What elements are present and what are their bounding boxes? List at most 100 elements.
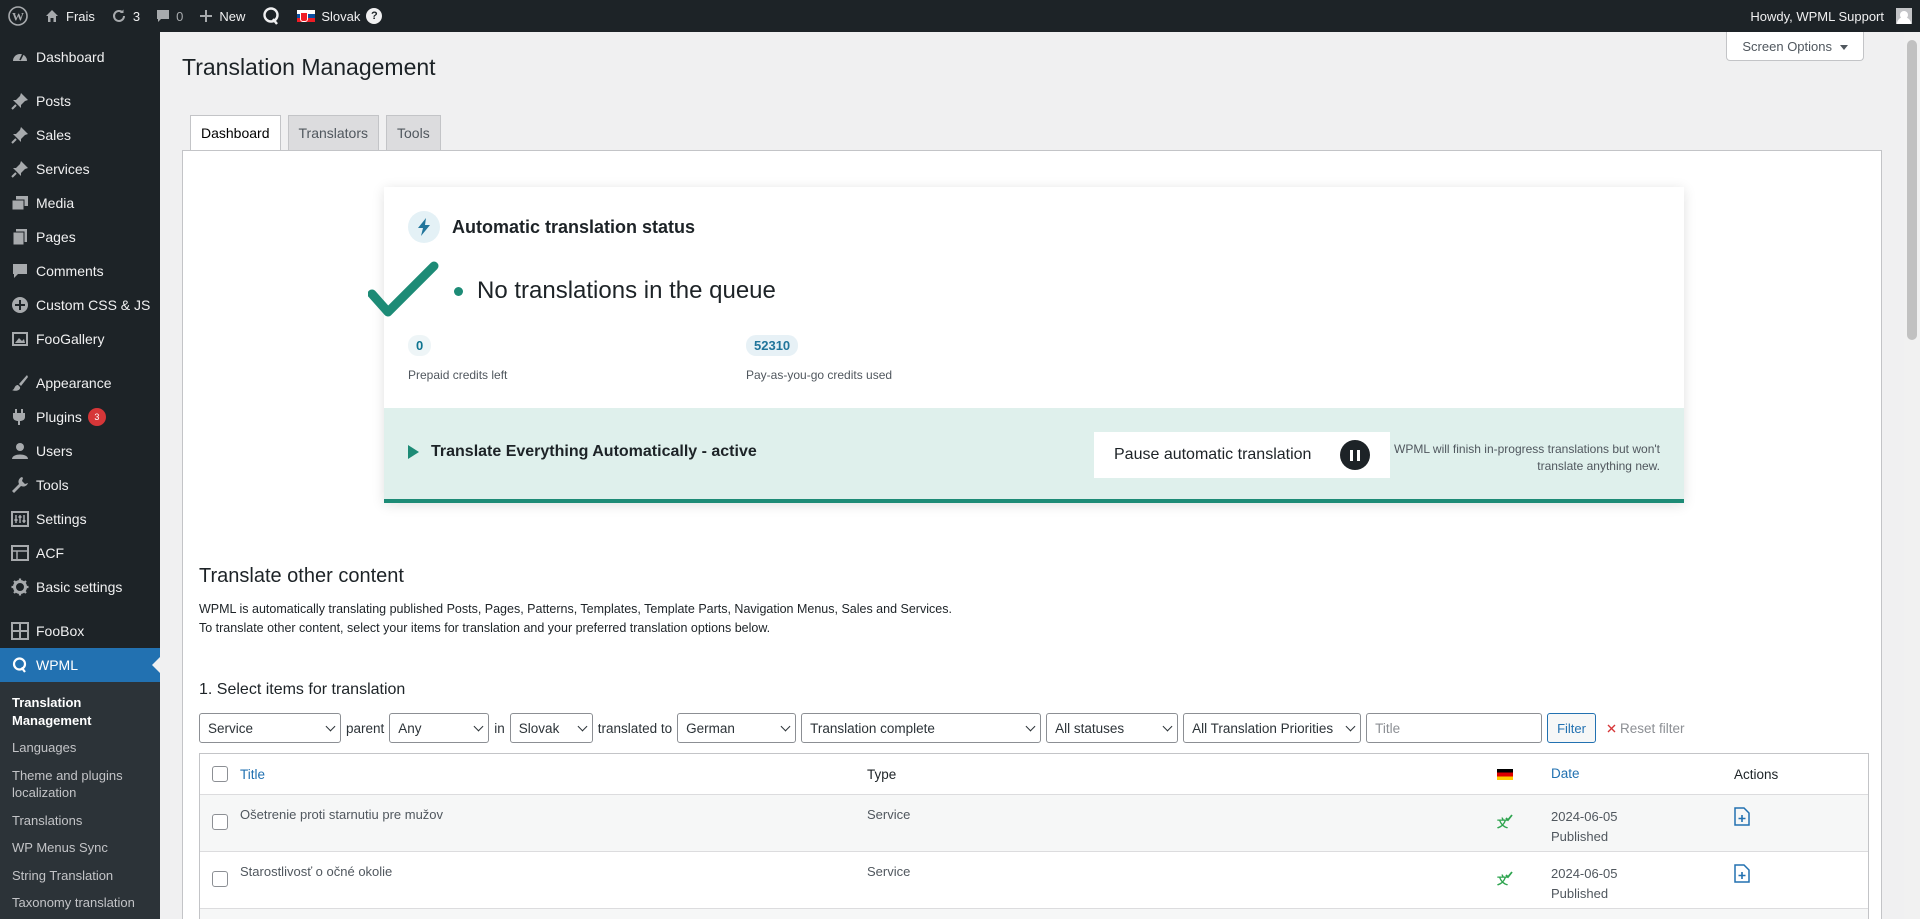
- table-header-row: Title Type Date Actions: [200, 754, 1868, 794]
- wpml-icon: [10, 655, 30, 675]
- menu-label: Settings: [36, 511, 87, 527]
- german-flag-icon: [1497, 765, 1513, 783]
- page-title: Translation Management: [182, 54, 436, 80]
- menu-item-services[interactable]: Services: [0, 152, 160, 186]
- source-language-select[interactable]: Slovak: [509, 713, 593, 743]
- target-language-select[interactable]: German: [677, 713, 797, 743]
- queue-status: No translations in the queue: [454, 277, 776, 305]
- menu-item-plugins[interactable]: Plugins 3: [0, 400, 160, 434]
- lightning-bolt-icon: [408, 211, 440, 243]
- comments-link[interactable]: 0: [148, 0, 191, 32]
- translation-status-icon[interactable]: 文: [1497, 870, 1513, 889]
- user-icon: [10, 441, 30, 461]
- menu-label: Tools: [36, 477, 69, 493]
- reset-filter-link[interactable]: Reset filter: [1607, 721, 1685, 736]
- scrollbar-thumb[interactable]: [1907, 40, 1917, 340]
- wpml-logo-icon[interactable]: [253, 0, 289, 32]
- pause-automatic-translation-button[interactable]: Pause automatic translation: [1094, 432, 1390, 478]
- pin-icon: [10, 159, 30, 179]
- parent-select[interactable]: Any: [389, 713, 490, 743]
- row-checkbox[interactable]: [212, 814, 228, 830]
- my-account-link[interactable]: Howdy, WPML Support: [1742, 0, 1920, 32]
- plugin-icon: [10, 407, 30, 427]
- menu-item-pages[interactable]: Pages: [0, 220, 160, 254]
- menu-item-acf[interactable]: ACF: [0, 536, 160, 570]
- priority-select[interactable]: All Translation Priorities: [1183, 713, 1362, 743]
- menu-label: ACF: [36, 545, 64, 561]
- add-translation-icon[interactable]: [1734, 807, 1750, 829]
- page-scrollbar[interactable]: [1904, 32, 1920, 919]
- submenu-theme-plugins-localization[interactable]: Theme and plugins localization: [0, 762, 160, 807]
- title-search-input[interactable]: Title: [1366, 713, 1543, 743]
- updates-link[interactable]: 3: [103, 0, 148, 32]
- menu-item-custom-css-js[interactable]: Custom CSS & JS: [0, 288, 160, 322]
- help-icon[interactable]: ?: [366, 8, 383, 24]
- select-items-title: 1. Select items for translation: [199, 681, 406, 698]
- menu-item-dashboard[interactable]: Dashboard: [0, 40, 160, 74]
- tab-tools[interactable]: Tools: [386, 115, 441, 151]
- grid-icon: [10, 621, 30, 641]
- brush-icon: [10, 373, 30, 393]
- menu-item-comments[interactable]: Comments: [0, 254, 160, 288]
- wrench-icon: [10, 475, 30, 495]
- submenu-translation-management[interactable]: Translation Management: [0, 689, 160, 734]
- date-column-header[interactable]: Date: [1551, 764, 1580, 785]
- tab-dashboard[interactable]: Dashboard: [190, 115, 281, 151]
- plugins-update-badge: 3: [87, 408, 106, 426]
- filter-button[interactable]: Filter: [1547, 713, 1596, 743]
- menu-item-basic-settings[interactable]: Basic settings: [0, 570, 160, 604]
- menu-item-media[interactable]: Media: [0, 186, 160, 220]
- gallery-icon: [10, 329, 30, 349]
- status-card-title: Automatic translation status: [452, 216, 696, 237]
- prepaid-credits-label: Prepaid credits left: [408, 368, 508, 382]
- menu-item-settings[interactable]: Settings: [0, 502, 160, 536]
- screen-options-button[interactable]: Screen Options: [1726, 32, 1864, 61]
- row-date-value: 2024-06-05: [1551, 809, 1618, 824]
- play-icon: [408, 445, 419, 459]
- menu-label: Appearance: [36, 375, 112, 391]
- type-select[interactable]: Service: [199, 713, 341, 743]
- menu-item-tools[interactable]: Tools: [0, 468, 160, 502]
- title-column-header[interactable]: Title: [240, 767, 265, 782]
- site-name-link[interactable]: Frais: [36, 0, 103, 32]
- chevron-down-icon: [577, 721, 588, 731]
- submenu-taxonomy-translation[interactable]: Taxonomy translation: [0, 889, 160, 917]
- chevron-down-icon: [325, 721, 336, 731]
- language-switcher[interactable]: Slovak ?: [289, 0, 390, 32]
- acf-icon: [10, 543, 30, 563]
- select-all-checkbox[interactable]: [212, 766, 228, 782]
- menu-item-wpml[interactable]: WPML: [0, 648, 160, 682]
- menu-label: Dashboard: [36, 49, 105, 65]
- comments-count: 0: [176, 8, 184, 24]
- other-content-description: WPML is automatically translating publis…: [199, 600, 952, 638]
- checkmark-icon: [367, 260, 440, 325]
- menu-item-foobox[interactable]: FooBox: [0, 614, 160, 648]
- source-language-value: Slovak: [518, 720, 560, 736]
- menu-item-sales[interactable]: Sales: [0, 118, 160, 152]
- payg-credits-label: Pay-as-you-go credits used: [746, 368, 893, 382]
- submenu-languages[interactable]: Languages: [0, 734, 160, 762]
- translation-status-icon[interactable]: 文: [1497, 813, 1513, 832]
- svg-text:W: W: [12, 10, 24, 24]
- chevron-down-icon: [780, 721, 791, 731]
- title-search-placeholder: Title: [1375, 720, 1401, 736]
- comment-icon: [156, 9, 170, 23]
- new-content-link[interactable]: New: [191, 0, 253, 32]
- translate-everything-toggle[interactable]: Translate Everything Automatically - act…: [408, 443, 757, 461]
- menu-item-foogallery[interactable]: FooGallery: [0, 322, 160, 356]
- add-translation-icon[interactable]: [1734, 864, 1750, 886]
- translation-status-select[interactable]: Translation complete: [801, 713, 1042, 743]
- row-checkbox[interactable]: [212, 871, 228, 887]
- menu-item-posts[interactable]: Posts: [0, 84, 160, 118]
- menu-item-appearance[interactable]: Appearance: [0, 366, 160, 400]
- howdy-text: Howdy, WPML Support: [1750, 8, 1884, 24]
- other-content-title: Translate other content: [199, 565, 404, 587]
- submenu-wp-menus-sync[interactable]: WP Menus Sync: [0, 834, 160, 862]
- submenu-string-translation[interactable]: String Translation: [0, 862, 160, 890]
- submenu-translations[interactable]: Translations: [0, 807, 160, 835]
- post-status-select[interactable]: All statuses: [1046, 713, 1179, 743]
- tab-translators[interactable]: Translators: [287, 115, 380, 151]
- wordpress-logo-icon[interactable]: W: [0, 0, 36, 32]
- menu-item-users[interactable]: Users: [0, 434, 160, 468]
- filter-bar: Service parent Any in Slovak translated …: [199, 713, 1685, 743]
